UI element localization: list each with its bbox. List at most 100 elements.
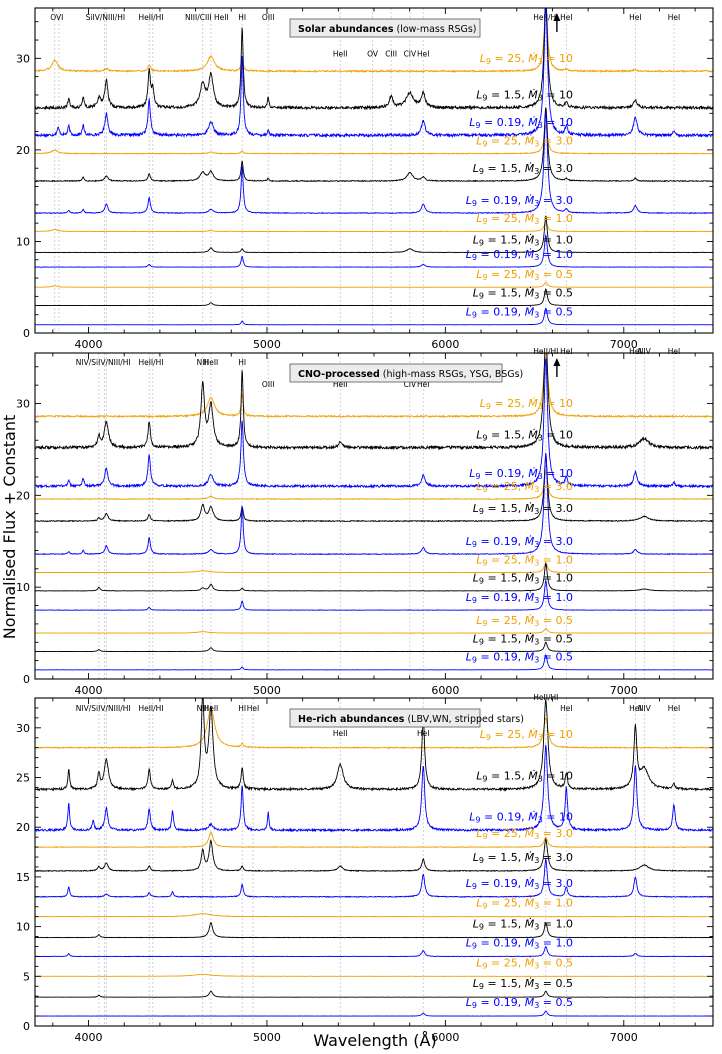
y-tick-label: 15 bbox=[16, 871, 30, 884]
series-label: L9 = 1.5, Ṁ3 = 3.0 bbox=[473, 851, 573, 865]
x-tick-label: 6000 bbox=[431, 1031, 459, 1044]
line-id-label: HeI bbox=[417, 50, 429, 59]
series-label: L9 = 0.19, Ṁ3 = 0.5 bbox=[466, 306, 573, 320]
line-id-label: HeI bbox=[668, 13, 680, 22]
spectrum-line bbox=[35, 945, 713, 958]
y-tick-label: 20 bbox=[16, 821, 30, 834]
spectrum-line bbox=[35, 628, 713, 634]
series-label: L9 = 25, Ṁ3 = 0.5 bbox=[476, 268, 573, 282]
x-tick-label: 7000 bbox=[610, 684, 638, 697]
y-tick-label: 20 bbox=[16, 489, 30, 502]
series-label: L9 = 1.5, Ṁ3 = 1.0 bbox=[473, 233, 573, 247]
y-tick-label: 10 bbox=[16, 581, 30, 594]
series-label: L9 = 0.19, Ṁ3 = 10 bbox=[469, 116, 573, 130]
spectrum-line bbox=[35, 698, 713, 792]
spectra-group bbox=[35, 698, 713, 1017]
panel-title: CNO-processed (high-mass RSGs, YSG, BSGs… bbox=[298, 369, 523, 380]
line-id-label: HeI bbox=[417, 729, 429, 738]
line-id-label: HeI bbox=[560, 347, 572, 356]
panel-bottom: L9 = 25, Ṁ3 = 10 L9 = 1.5, Ṁ3 = 10 L9 = 0.… bbox=[16, 693, 714, 1044]
panel-top: L9 = 25, Ṁ3 = 10 L9 = 1.5, Ṁ3 = 10 L9 = 0.… bbox=[16, 7, 714, 351]
line-id-label: HeI bbox=[560, 13, 572, 22]
y-tick-label: 5 bbox=[23, 970, 30, 983]
line-id-label: HeII bbox=[204, 704, 219, 713]
spectrum-line bbox=[35, 973, 713, 977]
spectra-figure: Normalised Flux + Constant Wavelength (Å… bbox=[0, 7, 714, 1050]
spectrum-line bbox=[35, 561, 713, 592]
x-axis-title: Wavelength (Å) bbox=[313, 1031, 436, 1050]
line-id-label: NIV bbox=[638, 704, 652, 713]
series-label: L9 = 0.19, Ṁ3 = 0.5 bbox=[466, 996, 573, 1010]
spectrum-line bbox=[35, 831, 713, 849]
line-id-label: CIII bbox=[385, 50, 397, 59]
spectrum-line bbox=[35, 221, 713, 233]
y-tick-label: 30 bbox=[16, 722, 30, 735]
series-label: L9 = 1.5, Ṁ3 = 0.5 bbox=[473, 977, 573, 991]
series-label: L9 = 0.19, Ṁ3 = 1.0 bbox=[466, 591, 573, 605]
y-tick-label: 10 bbox=[16, 921, 30, 934]
spectrum-line bbox=[35, 858, 713, 899]
line-id-label: NIV/SiIV/NIII/HI bbox=[76, 358, 131, 367]
panel-middle: L9 = 25, Ṁ3 = 10 L9 = 1.5, Ṁ3 = 10 L9 = 0.… bbox=[16, 347, 714, 697]
series-label: L9 = 25, Ṁ3 = 10 bbox=[480, 728, 573, 742]
line-id-label: HI bbox=[238, 704, 246, 713]
series-label: L9 = 1.5, Ṁ3 = 10 bbox=[476, 89, 573, 103]
y-tick-label: 0 bbox=[23, 327, 30, 340]
series-label: L9 = 25, Ṁ3 = 1.0 bbox=[476, 553, 573, 567]
series-label: L9 = 1.5, Ṁ3 = 3.0 bbox=[473, 502, 573, 516]
spectrum-line bbox=[35, 837, 713, 873]
y-tick-label: 0 bbox=[23, 1020, 30, 1033]
spectrum-line bbox=[35, 215, 713, 254]
spectrum-line bbox=[35, 282, 713, 288]
spectrum-line bbox=[35, 452, 713, 556]
line-id-label: HeI bbox=[629, 13, 641, 22]
line-id-label: HeI bbox=[560, 704, 572, 713]
series-label: L9 = 1.5, Ṁ3 = 0.5 bbox=[473, 632, 573, 646]
y-tick-label: 30 bbox=[16, 398, 30, 411]
series-label: L9 = 1.5, Ṁ3 = 3.0 bbox=[473, 162, 573, 176]
series-label: L9 = 25, Ṁ3 = 10 bbox=[480, 397, 573, 411]
line-id-label: HeII/HI bbox=[533, 347, 558, 356]
panel-title: He-rich abundances (LBV,WN, stripped sta… bbox=[298, 714, 524, 725]
series-label: L9 = 0.19, Ṁ3 = 3.0 bbox=[466, 877, 573, 891]
spectrum-line bbox=[35, 562, 713, 574]
spectrum-line bbox=[35, 913, 713, 918]
series-label: L9 = 1.5, Ṁ3 = 10 bbox=[476, 428, 573, 442]
series-label: L9 = 1.5, Ṁ3 = 1.0 bbox=[473, 918, 573, 932]
spectrum-line bbox=[35, 307, 713, 326]
line-id-label: NIV bbox=[638, 347, 652, 356]
axes-frame bbox=[34, 352, 714, 680]
series-label: L9 = 1.5, Ṁ3 = 10 bbox=[476, 770, 573, 784]
line-id-label: OIII bbox=[262, 13, 275, 22]
spectrum-line bbox=[35, 125, 713, 155]
series-label: L9 = 0.19, Ṁ3 = 0.5 bbox=[466, 651, 573, 665]
line-id-label: OIII bbox=[262, 380, 275, 389]
spectrum-line bbox=[35, 990, 713, 998]
line-id-label: NIV/SiIV/NIII/HI bbox=[76, 704, 131, 713]
series-label: L9 = 25, Ṁ3 = 10 bbox=[480, 52, 573, 66]
line-id-label: OV bbox=[367, 50, 379, 59]
line-id-label: HeII bbox=[333, 50, 348, 59]
x-tick-label: 4000 bbox=[75, 1031, 103, 1044]
y-tick-label: 20 bbox=[16, 144, 30, 157]
series-label: L9 = 0.19, Ṁ3 = 3.0 bbox=[466, 535, 573, 549]
y-tick-label: 25 bbox=[16, 772, 30, 785]
series-label: L9 = 0.19, Ṁ3 = 1.0 bbox=[466, 936, 573, 950]
x-tick-label: 5000 bbox=[253, 338, 281, 351]
line-id-label: NIII/CIII HeII bbox=[185, 13, 229, 22]
spectrum-line bbox=[35, 234, 713, 268]
spectrum-line bbox=[35, 641, 713, 652]
spectrum-line bbox=[35, 288, 713, 307]
line-id-label: OVI bbox=[50, 13, 63, 22]
series-label: L9 = 0.19, Ṁ3 = 1.0 bbox=[466, 248, 573, 262]
spectra-group bbox=[35, 353, 713, 671]
x-tick-label: 4000 bbox=[75, 684, 103, 697]
spectrum-line bbox=[35, 921, 713, 939]
line-id-label: HeII/HI bbox=[138, 704, 163, 713]
arrow-head bbox=[553, 358, 561, 366]
line-id-label: HeII/HI bbox=[138, 358, 163, 367]
line-id-label: CIV bbox=[404, 50, 417, 59]
x-tick-label: 5000 bbox=[253, 684, 281, 697]
line-id-label: HeII bbox=[204, 358, 219, 367]
line-id-label: HI bbox=[238, 358, 246, 367]
